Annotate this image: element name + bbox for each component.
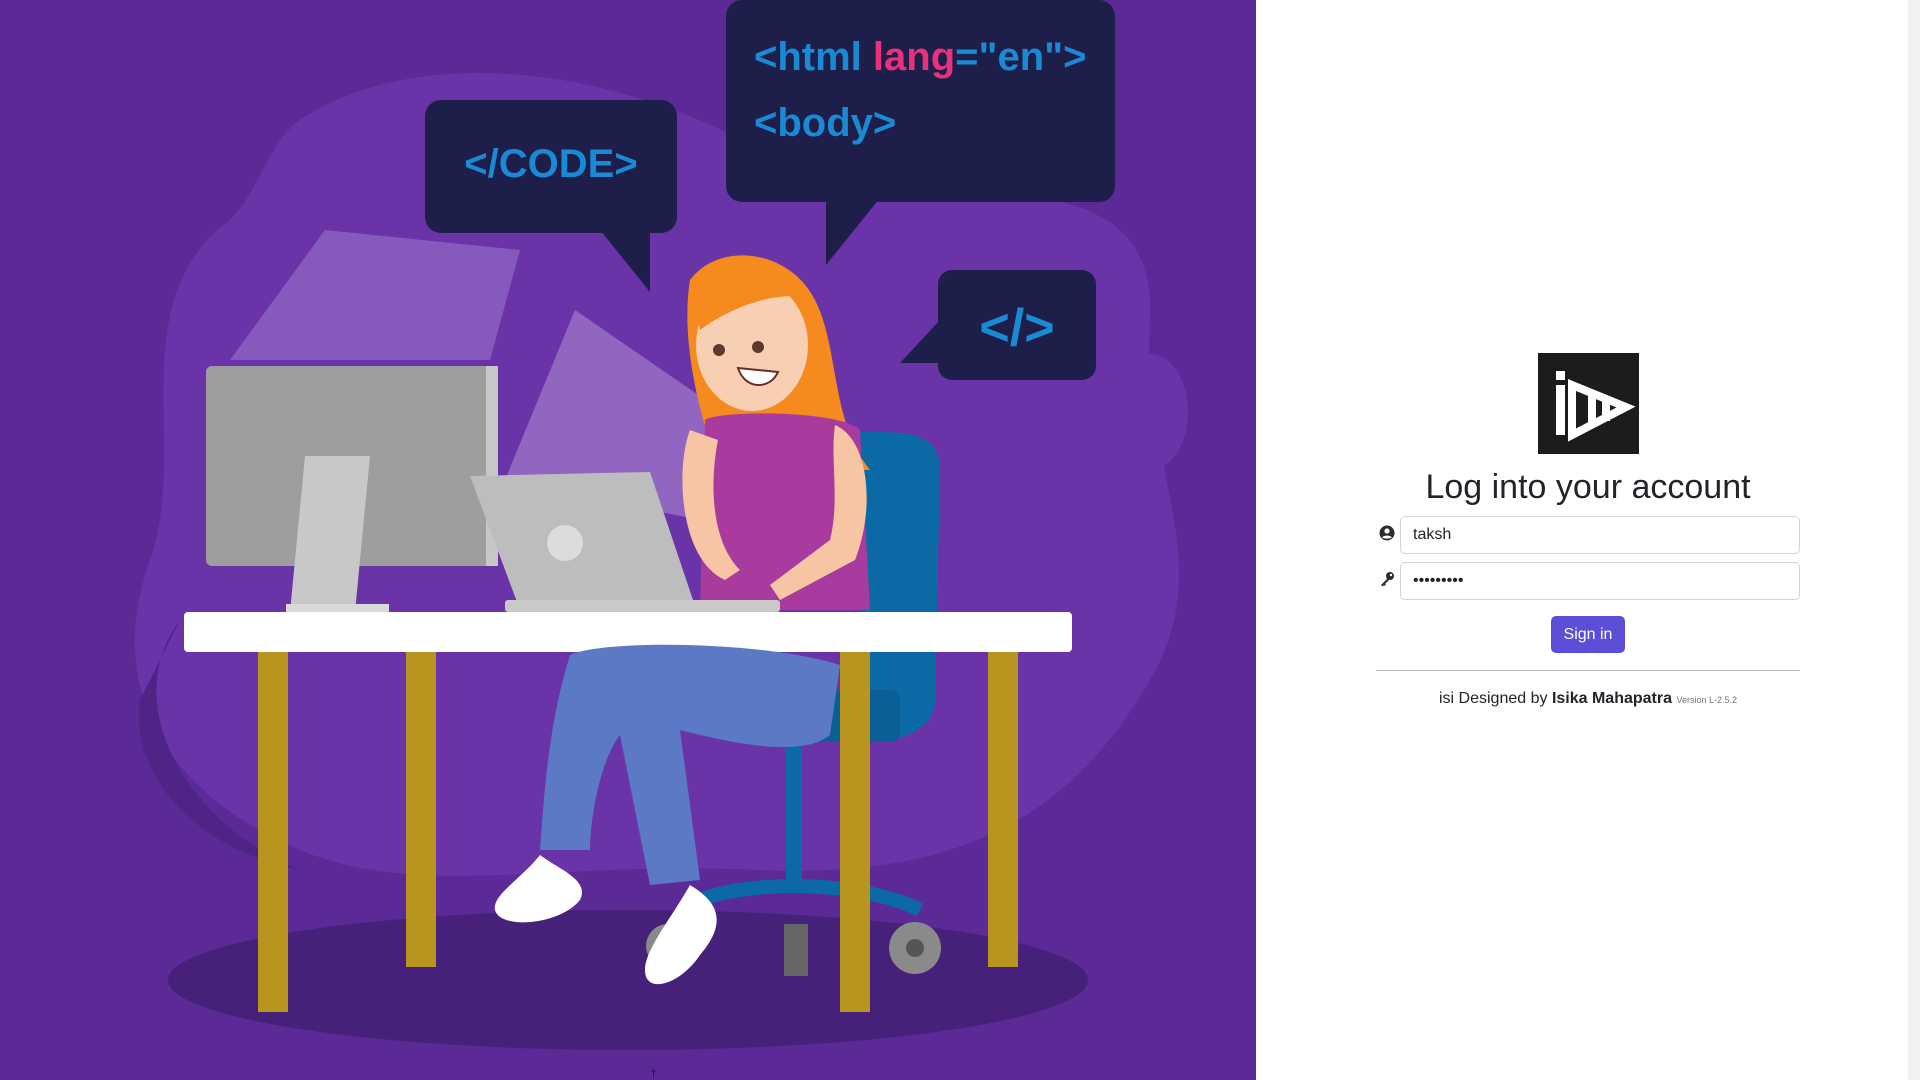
login-panel: Log into your account Sign in isi Design… xyxy=(1256,0,1920,1080)
hero-caption: † xyxy=(650,1066,658,1080)
password-row xyxy=(1376,562,1800,600)
code-bubble-text: </CODE> xyxy=(464,142,637,186)
scrollbar[interactable] xyxy=(1908,0,1920,1080)
body-bubble-text: <body> xyxy=(754,101,896,145)
footer-version: Version L-2.5.2 xyxy=(1676,695,1737,705)
brand-logo xyxy=(1538,353,1639,454)
divider xyxy=(1376,670,1800,671)
footer-author: Isika Mahapatra xyxy=(1551,690,1672,707)
username-row xyxy=(1376,516,1800,554)
html-attr-text: lang xyxy=(873,35,955,79)
html-open-text: <html xyxy=(754,35,873,79)
footer-credit: isi Designed by Isika Mahapatra Version … xyxy=(1376,690,1800,708)
page-title: Log into your account xyxy=(1425,468,1751,506)
close-tag-bubble-text: </> xyxy=(979,299,1054,357)
user-circle-icon xyxy=(1376,522,1398,544)
key-icon xyxy=(1376,568,1398,590)
sign-in-button[interactable]: Sign in xyxy=(1551,616,1625,653)
html-value-text: ="en"> xyxy=(955,35,1086,79)
hero-illustration: </CODE> <html lang="en"> <body> </> † xyxy=(0,0,1256,1080)
footer-prefix: isi Designed by xyxy=(1438,690,1552,707)
password-input[interactable] xyxy=(1400,562,1800,600)
username-input[interactable] xyxy=(1400,516,1800,554)
svg-text:<html lang="en">: <html lang="en"> xyxy=(754,35,1086,79)
